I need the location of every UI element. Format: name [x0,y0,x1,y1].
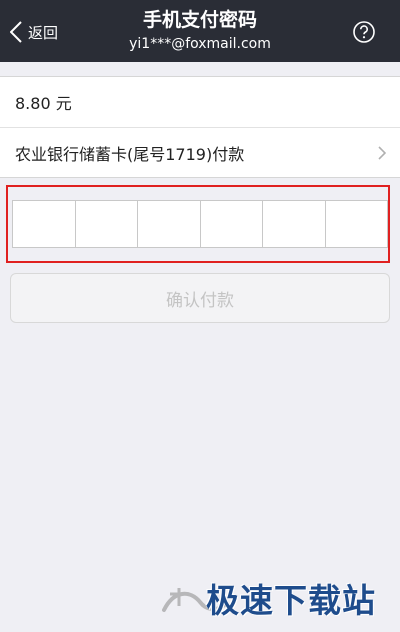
back-button[interactable]: 返回 [10,19,58,45]
password-digit-cell[interactable] [326,201,388,247]
watermark: 极速下载站 [160,570,392,620]
title-block: 手机支付密码 yi1***@foxmail.com [100,8,300,54]
help-icon [352,20,376,44]
password-digit-cell[interactable] [201,201,263,247]
payment-method-label: 农业银行储蓄卡(尾号1719)付款 [15,144,245,164]
help-button[interactable] [352,20,376,44]
password-input[interactable] [12,200,388,248]
password-digit-cell[interactable] [13,201,76,247]
watermark-text: 极速下载站 [206,581,376,620]
amount-value: 8.80 元 [15,94,72,113]
password-digit-cell[interactable] [138,201,201,247]
password-digit-cell[interactable] [76,201,138,247]
password-digit-cell[interactable] [263,201,326,247]
page-title: 手机支付密码 [142,9,257,31]
chevron-right-icon [378,146,386,160]
amount-row: 8.80 元 [0,77,400,127]
back-label: 返回 [28,23,59,42]
chevron-left-icon [10,21,22,43]
confirm-payment-button[interactable]: 确认付款 [10,273,390,323]
account-label: yi1***@foxmail.com [129,36,271,52]
top-bar: 返回 手机支付密码 yi1***@foxmail.com [0,0,400,62]
order-info-card: 8.80 元 农业银行储蓄卡(尾号1719)付款 [0,76,400,178]
payment-method-row[interactable]: 农业银行储蓄卡(尾号1719)付款 [0,127,400,177]
